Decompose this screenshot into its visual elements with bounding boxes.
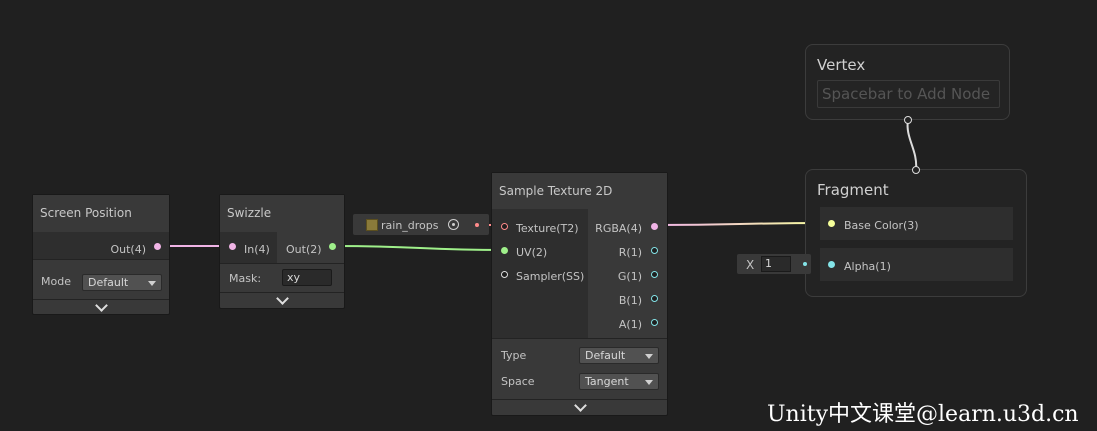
swizzle-out-port[interactable] bbox=[329, 243, 336, 250]
dropdown-arrow-icon bbox=[645, 380, 653, 385]
space-value: Tangent bbox=[585, 375, 629, 388]
watermark-text: Unity中文课堂@learn.u3d.cn bbox=[767, 402, 1079, 427]
screen-position-title: Screen Position bbox=[40, 206, 132, 220]
base-color-label: Base Color(3) bbox=[844, 219, 919, 232]
b-output-label: B(1) bbox=[618, 294, 642, 307]
alpha-value-field[interactable]: 1 bbox=[761, 256, 791, 272]
alpha-block[interactable]: Alpha(1) bbox=[820, 248, 1013, 281]
mode-label: Mode bbox=[41, 275, 71, 288]
texture-input-label: Texture(T2) bbox=[516, 222, 579, 235]
sample-texture-title: Sample Texture 2D bbox=[499, 184, 613, 198]
texture-input-port[interactable] bbox=[501, 223, 508, 230]
type-label: Type bbox=[501, 349, 527, 362]
base-color-block[interactable]: Base Color(3) bbox=[820, 207, 1013, 240]
alpha-label: Alpha(1) bbox=[844, 260, 891, 273]
alpha-value: 1 bbox=[765, 257, 772, 270]
object-picker-icon[interactable] bbox=[448, 219, 459, 230]
screen-position-header[interactable]: Screen Position bbox=[33, 195, 169, 232]
mask-label: Mask: bbox=[229, 272, 262, 285]
rgba-output-label: RGBA(4) bbox=[595, 222, 642, 235]
a-output-port[interactable] bbox=[651, 319, 658, 326]
uv-input-port[interactable] bbox=[501, 247, 508, 254]
mode-value: Default bbox=[88, 276, 129, 289]
mask-value: xy bbox=[287, 271, 301, 284]
vertex-title: Vertex bbox=[817, 56, 866, 74]
dropdown-arrow-icon bbox=[148, 281, 156, 286]
mode-dropdown[interactable]: Default bbox=[82, 274, 162, 291]
chevron-down-icon[interactable] bbox=[276, 292, 289, 305]
screen-position-out-label: Out(4) bbox=[110, 243, 146, 256]
alpha-input-port-dot[interactable] bbox=[803, 262, 807, 266]
chevron-down-icon[interactable] bbox=[574, 399, 587, 412]
screen-position-out-port[interactable] bbox=[154, 243, 161, 250]
chevron-down-icon[interactable] bbox=[95, 299, 108, 312]
screen-position-node[interactable]: Screen Position Out(4) Mode Default bbox=[32, 194, 170, 315]
vertex-output-port[interactable] bbox=[904, 116, 912, 124]
alpha-port[interactable] bbox=[828, 261, 835, 268]
base-color-port[interactable] bbox=[828, 220, 835, 227]
swizzle-in-port[interactable] bbox=[229, 243, 236, 250]
texture-property-node[interactable]: rain_drops bbox=[353, 214, 489, 235]
type-dropdown[interactable]: Default bbox=[579, 347, 659, 364]
dropdown-arrow-icon bbox=[645, 354, 653, 359]
space-dropdown[interactable]: Tangent bbox=[579, 373, 659, 390]
vertex-placeholder-text: Spacebar to Add Node bbox=[822, 85, 991, 103]
vertex-add-node-placeholder[interactable]: Spacebar to Add Node bbox=[817, 80, 1000, 108]
wire-swizzle-to-uv bbox=[332, 245, 505, 251]
space-label: Space bbox=[501, 375, 535, 388]
sample-texture-2d-node[interactable]: Sample Texture 2D Texture(T2) UV(2) Samp… bbox=[491, 172, 668, 416]
alpha-axis-label: X bbox=[746, 258, 755, 272]
sample-texture-header[interactable]: Sample Texture 2D bbox=[492, 173, 667, 209]
swizzle-title: Swizzle bbox=[227, 206, 272, 220]
swizzle-out-label: Out(2) bbox=[286, 243, 322, 256]
uv-input-label: UV(2) bbox=[516, 246, 548, 259]
sampler-input-port[interactable] bbox=[501, 271, 508, 278]
rgba-output-port[interactable] bbox=[651, 223, 658, 230]
b-output-port[interactable] bbox=[651, 295, 658, 302]
type-value: Default bbox=[585, 349, 626, 362]
swizzle-header[interactable]: Swizzle bbox=[220, 195, 344, 232]
wire-vertex-to-fragment bbox=[906, 119, 918, 171]
r-output-label: R(1) bbox=[618, 246, 642, 259]
g-output-port[interactable] bbox=[651, 271, 658, 278]
sampler-input-label: Sampler(SS) bbox=[516, 270, 585, 283]
fragment-context[interactable]: Fragment Base Color(3) Alpha(1) bbox=[805, 166, 1027, 297]
a-output-label: A(1) bbox=[618, 318, 642, 331]
g-output-label: G(1) bbox=[617, 270, 642, 283]
vertex-context[interactable]: Vertex Spacebar to Add Node bbox=[805, 44, 1010, 124]
texture-out-port-dot[interactable] bbox=[475, 223, 479, 227]
fragment-input-port[interactable] bbox=[912, 166, 920, 174]
swizzle-node[interactable]: Swizzle In(4) Out(2) Mask: xy bbox=[219, 194, 345, 309]
swizzle-in-label: In(4) bbox=[244, 243, 270, 256]
fragment-title: Fragment bbox=[817, 181, 889, 199]
alpha-inline-input[interactable]: X 1 bbox=[737, 254, 811, 274]
texture-property-value: rain_drops bbox=[381, 219, 439, 232]
texture-thumbnail-icon bbox=[366, 219, 378, 231]
r-output-port[interactable] bbox=[651, 247, 658, 254]
mask-field[interactable]: xy bbox=[282, 269, 332, 286]
